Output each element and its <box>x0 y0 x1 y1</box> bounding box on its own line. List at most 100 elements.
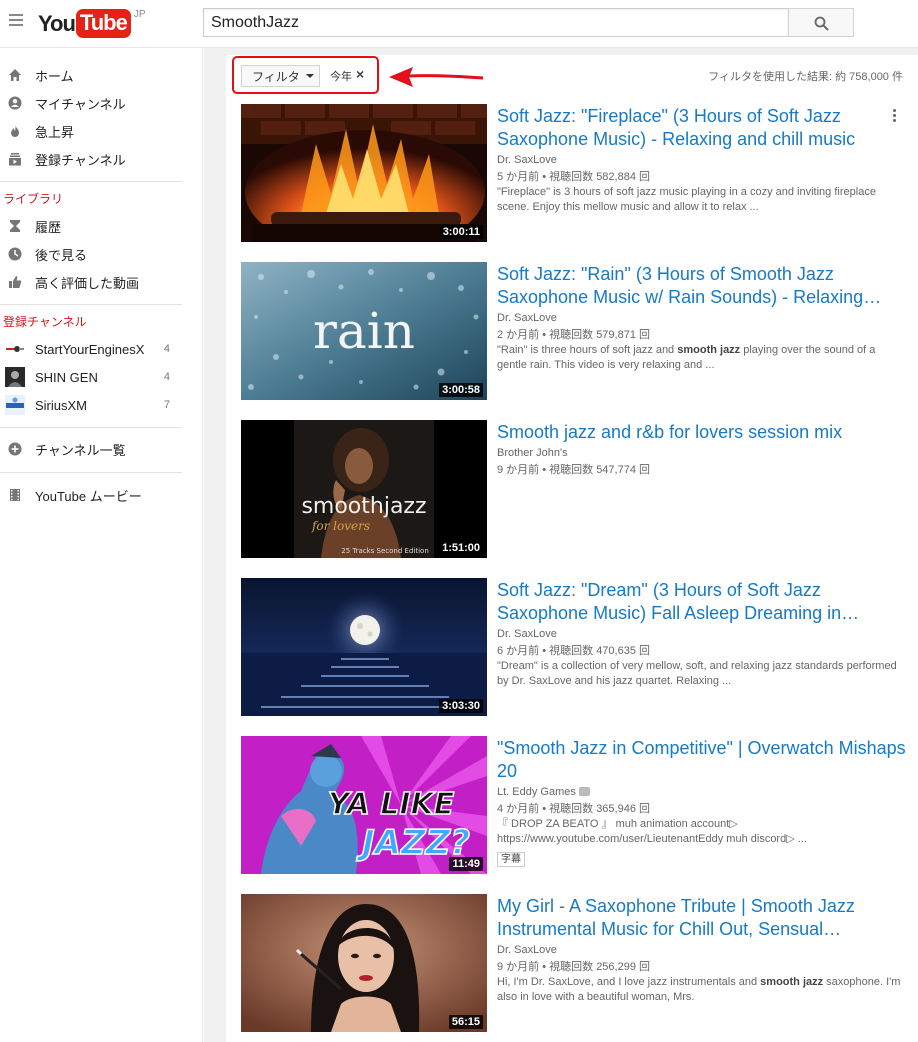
sidebar-divider <box>0 427 182 428</box>
clock-icon <box>8 247 22 261</box>
sidebar-item-label: 履歴 <box>35 219 62 235</box>
sidebar-item-trending[interactable]: 急上昇 <box>0 117 182 145</box>
search-button[interactable] <box>788 8 854 37</box>
sidebar-item-browse-channels[interactable]: チャンネル一覧 <box>0 435 182 463</box>
filter-button[interactable]: フィルタ <box>241 65 320 87</box>
video-description: Hi, I'm Dr. SaxLove, and I love jazz ins… <box>497 975 907 1005</box>
sidebar-divider <box>0 181 182 182</box>
caret-down-icon <box>305 74 314 78</box>
video-duration: 3:03:30 <box>439 699 483 713</box>
top-header: You Tube JP SmoothJazz <box>0 0 918 48</box>
channel-name[interactable]: Brother John's <box>497 447 568 459</box>
video-meta: 2 か月前 • 視聴回数 579,871 回 <box>497 329 651 341</box>
video-meta: 4 か月前 • 視聴回数 365,946 回 <box>497 803 651 815</box>
video-result: 56:15 My Girl - A Saxophone Tribute | Sm… <box>241 894 911 1034</box>
video-duration: 1:51:00 <box>439 541 483 555</box>
new-video-count: 4 <box>163 371 170 383</box>
video-title[interactable]: "Smooth Jazz in Competitive" | Overwatch… <box>497 737 911 783</box>
sidebar-item-my-channel[interactable]: マイチャンネル <box>0 89 182 117</box>
video-result: 3:03:30 Soft Jazz: "Dream" (3 Hours of S… <box>241 578 911 718</box>
youtube-logo[interactable]: You Tube JP <box>38 9 146 39</box>
sidebar-item-label: SiriusXM <box>35 397 88 413</box>
video-description: "Fireplace" is 3 hours of soft jazz musi… <box>497 186 876 213</box>
hamburger-menu-icon[interactable] <box>9 14 23 28</box>
close-icon[interactable]: × <box>356 67 364 81</box>
subscriptions-heading[interactable]: 登録チャンネル <box>3 313 87 330</box>
thumbnail-text-line1: YA LIKE <box>328 787 455 822</box>
desc-highlight: smooth jazz <box>760 976 824 988</box>
sidebar-divider <box>0 304 182 305</box>
video-duration: 56:15 <box>448 1015 483 1029</box>
video-description: 『 DROP ZA BEATO 』 muh animation account▷… <box>497 818 807 845</box>
video-title[interactable]: Soft Jazz: "Fireplace" (3 Hours of Soft … <box>497 105 911 151</box>
video-description: "Rain" is three hours of soft jazz and s… <box>497 343 907 373</box>
channel-name[interactable]: Dr. SaxLove <box>497 154 557 166</box>
result-count: フィルタを使用した結果: 約 758,000 件 <box>708 71 903 83</box>
search-input[interactable]: SmoothJazz <box>203 8 789 37</box>
channel-name[interactable]: Dr. SaxLove <box>497 628 557 640</box>
video-result: smoothjazz for lovers 25 Tracks Second E… <box>241 420 911 560</box>
thumbnail-text: rain <box>313 302 415 360</box>
video-title[interactable]: Soft Jazz: "Rain" (3 Hours of Smooth Jaz… <box>497 263 911 309</box>
sidebar-item-watch-later[interactable]: 後で見る <box>0 240 182 268</box>
video-result: 3:00:11 Soft Jazz: "Fireplace" (3 Hours … <box>241 104 911 244</box>
video-thumbnail[interactable]: 3:03:30 <box>241 578 487 716</box>
video-thumbnail[interactable]: 3:00:11 <box>241 104 487 242</box>
hourglass-icon <box>10 220 20 232</box>
channel-avatar <box>5 339 25 359</box>
overwatch-thumbnail-image: YA LIKE JAZZ? <box>241 736 487 874</box>
sidebar-channel-startyourenginesx[interactable]: StartYourEnginesX 4 <box>0 335 182 363</box>
sidebar-item-label: 登録チャンネル <box>35 152 126 168</box>
video-meta: 5 か月前 • 視聴回数 582,884 回 <box>497 171 651 183</box>
channel-avatar <box>5 367 25 387</box>
sidebar-item-youtube-movies[interactable]: YouTube ムービー <box>0 481 182 509</box>
sidebar-item-liked-videos[interactable]: 高く評価した動画 <box>0 268 182 296</box>
video-duration: 3:00:11 <box>439 225 483 239</box>
thumbs-up-icon <box>9 276 22 288</box>
video-thumbnail[interactable]: smoothjazz for lovers 25 Tracks Second E… <box>241 420 487 558</box>
video-thumbnail[interactable]: 56:15 <box>241 894 487 1032</box>
smoothjazz-album-thumbnail-image: smoothjazz for lovers 25 Tracks Second E… <box>241 420 487 558</box>
sidebar-item-label: マイチャンネル <box>35 96 126 112</box>
sidebar-item-label: YouTube ムービー <box>35 488 142 504</box>
new-video-count: 7 <box>163 399 170 411</box>
fireplace-thumbnail-image <box>241 104 487 242</box>
video-meta: 6 か月前 • 視聴回数 470,635 回 <box>497 645 651 657</box>
sidebar-item-label: 急上昇 <box>35 124 75 140</box>
account-icon <box>8 96 22 110</box>
thumbnail-edition-text: 25 Tracks Second Edition <box>341 547 429 555</box>
video-meta: 9 か月前 • 視聴回数 256,299 回 <box>497 961 651 973</box>
thumbnail-subtitle-text: for lovers <box>311 519 370 533</box>
add-circle-icon <box>8 442 22 456</box>
sidebar-item-history[interactable]: 履歴 <box>0 212 182 240</box>
channel-name[interactable]: Dr. SaxLove <box>497 944 557 956</box>
filter-chip-this-year[interactable]: 今年 <box>330 68 352 84</box>
film-icon <box>10 489 20 501</box>
sidebar-channel-shin-gen[interactable]: SHIN GEN 4 <box>0 363 182 391</box>
annotation-arrow-icon <box>389 67 484 87</box>
sidebar: ホーム マイチャンネル 急上昇 登録チャンネル ライブラリ 履歴 後で見る 高く… <box>0 48 203 1042</box>
sidebar-channel-siriusxm[interactable]: SiriusXM 7 <box>0 391 182 419</box>
channel-name-text: Lt. Eddy Games <box>497 786 576 798</box>
video-thumbnail[interactable]: YA LIKE JAZZ? 11:49 <box>241 736 487 874</box>
channel-name[interactable]: Dr. SaxLove <box>497 312 557 324</box>
more-options-icon[interactable] <box>893 109 897 124</box>
sidebar-item-subscriptions[interactable]: 登録チャンネル <box>0 145 182 173</box>
subscriptions-icon <box>9 153 21 166</box>
sidebar-item-home[interactable]: ホーム <box>0 61 182 89</box>
subtitles-badge: 字幕 <box>497 852 525 867</box>
library-heading[interactable]: ライブラリ <box>3 190 63 207</box>
video-title[interactable]: My Girl - A Saxophone Tribute | Smooth J… <box>497 895 911 941</box>
rain-thumbnail-image: rain <box>241 262 487 400</box>
video-thumbnail[interactable]: rain 3:00:58 <box>241 262 487 400</box>
video-title[interactable]: Smooth jazz and r&b for lovers session m… <box>497 421 911 444</box>
channel-name[interactable]: Lt. Eddy Games <box>497 786 590 798</box>
sidebar-item-label: ホーム <box>35 68 74 84</box>
video-meta: 9 か月前 • 視聴回数 547,774 回 <box>497 464 651 476</box>
logo-region: JP <box>133 9 146 20</box>
logo-tube-text: Tube <box>75 9 131 38</box>
thumbnail-title-text: smoothjazz <box>301 494 426 519</box>
video-title[interactable]: Soft Jazz: "Dream" (3 Hours of Soft Jazz… <box>497 579 911 625</box>
channel-avatar <box>5 395 25 415</box>
moon-ocean-thumbnail-image <box>241 578 487 716</box>
